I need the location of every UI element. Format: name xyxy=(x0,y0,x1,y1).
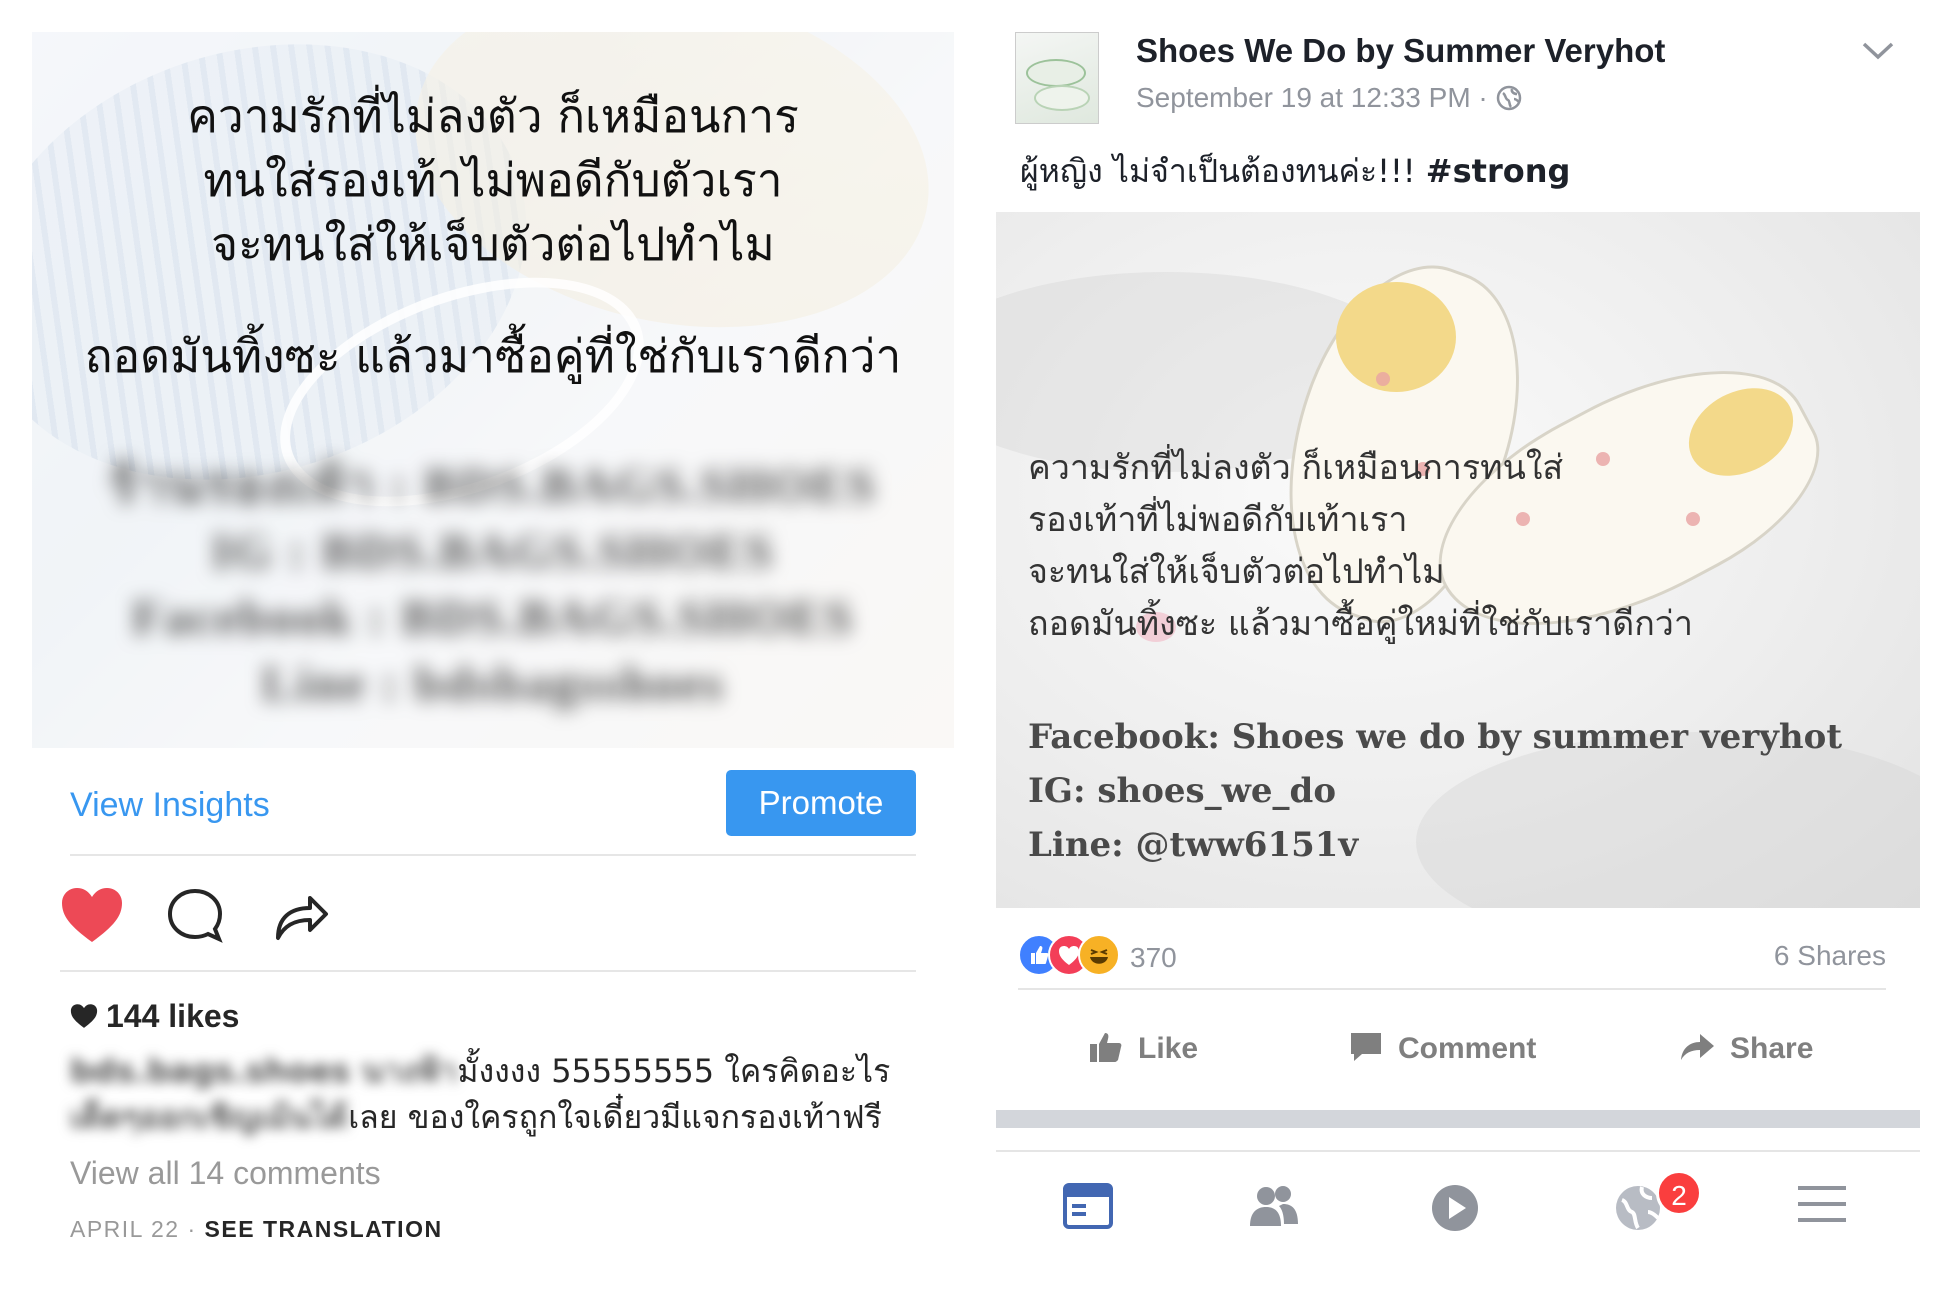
small-heart-icon xyxy=(70,1000,98,1037)
post-date: APRIL 22 xyxy=(70,1216,180,1242)
comment-bubble-icon xyxy=(1351,1033,1381,1061)
caption-username-blurred[interactable]: bds.bags.shoes นางฟ้า xyxy=(70,1052,457,1090)
image-quote-line: จะทนใส่ให้เจ็บตัวต่อไปทำไม xyxy=(1028,552,1445,592)
image-contact-line: IG: shoes_we_do xyxy=(1028,771,1336,811)
timestamp-text: September 19 at 12:33 PM · xyxy=(1136,82,1496,113)
comment-icon[interactable] xyxy=(165,886,225,951)
post-actions xyxy=(60,880,916,972)
post-caption: bds.bags.shoes นางฟ้ามั้งงงง 55555555 ใค… xyxy=(70,1048,930,1140)
image-quote-line: ทนใส่รองเท้าไม่พอดีกับตัวเรา xyxy=(203,153,783,207)
facebook-post: Shoes We Do by Summer Veryhot September … xyxy=(990,0,1935,1290)
thumbs-up-icon xyxy=(1090,1033,1122,1062)
see-translation-link[interactable]: SEE TRANSLATION xyxy=(205,1216,443,1242)
post-photo[interactable]: ความรักที่ไม่ลงตัว ก็เหมือนการทนใส่ รองเ… xyxy=(996,212,1920,908)
blurred-line: Facebook : BDS.BAGS.SHOES xyxy=(131,589,855,645)
image-quote-line: จะทนใส่ให้เจ็บตัวต่อไปทำไม xyxy=(211,217,775,271)
like-label: Like xyxy=(1138,1032,1199,1065)
feed-separator xyxy=(996,1110,1920,1128)
friends-tab-icon[interactable] xyxy=(1246,1182,1302,1235)
chevron-down-icon[interactable] xyxy=(1861,40,1895,67)
blurred-line: Line : bdsbagsshoes xyxy=(261,655,725,711)
caption-blurred-segment: เด็ดๆออกเชิญเม้นได้ xyxy=(70,1098,349,1136)
video-tab-icon[interactable] xyxy=(1429,1182,1481,1239)
image-quote-line: ถอดมันทิ้งซะ แล้วมาซื้อคู่ที่ใช่กับเราดี… xyxy=(84,329,902,383)
comment-button[interactable]: Comment xyxy=(1348,1030,1536,1066)
image-contact-info: Facebook: Shoes we do by summer veryhot … xyxy=(1028,710,1842,872)
hashtag-link[interactable]: #strong xyxy=(1426,152,1571,190)
share-label: Share xyxy=(1730,1032,1814,1065)
promote-button[interactable]: Promote xyxy=(726,770,916,836)
share-button[interactable]: Share xyxy=(1678,1030,1813,1066)
blurred-line: IG : BDS.BAGS.SHOES xyxy=(211,523,775,579)
post-date-row: APRIL 22 · SEE TRANSLATION xyxy=(70,1216,443,1243)
post-timestamp[interactable]: September 19 at 12:33 PM · xyxy=(1136,82,1522,118)
globe-icon xyxy=(1496,85,1522,118)
comment-label: Comment xyxy=(1398,1032,1537,1065)
image-contact-line: Line: @tww6151v xyxy=(1028,825,1359,865)
news-feed-tab-icon[interactable] xyxy=(1062,1182,1114,1235)
blurred-shop-info: ร้านรองเท้า : BDS.BAGS.SHOES IG : BDS.BA… xyxy=(32,452,954,716)
instagram-post: ความรักที่ไม่ลงตัว ก็เหมือนการ ทนใส่รองเ… xyxy=(0,0,960,1290)
like-button[interactable]: Like xyxy=(1088,1030,1198,1066)
post-action-bar: Like Comment Share xyxy=(1018,1020,1886,1090)
view-all-comments-link[interactable]: View all 14 comments xyxy=(70,1155,381,1192)
image-contact-line: Facebook: Shoes we do by summer veryhot xyxy=(1028,717,1843,757)
share-arrow-icon[interactable] xyxy=(270,886,330,951)
blurred-line: ร้านรองเท้า : BDS.BAGS.SHOES xyxy=(109,457,877,513)
post-text-body: ผู้หญิง ไม่จำเป็นต้องทนค่ะ!!! xyxy=(1020,152,1426,190)
post-text: ผู้หญิง ไม่จำเป็นต้องทนค่ะ!!! #strong xyxy=(1020,146,1570,197)
image-quote-text: ความรักที่ไม่ลงตัว ก็เหมือนการ ทนใส่รองเ… xyxy=(32,84,954,388)
shares-count[interactable]: 6 Shares xyxy=(1774,940,1886,972)
page-name[interactable]: Shoes We Do by Summer Veryhot xyxy=(1136,32,1665,70)
reaction-count: 370 xyxy=(1130,942,1177,973)
heart-icon[interactable] xyxy=(60,886,124,949)
image-quote-text: ความรักที่ไม่ลงตัว ก็เหมือนการทนใส่ รองเ… xyxy=(1028,442,1693,650)
image-quote-line: ถอดมันทิ้งซะ แล้วมาซื้อคู่ใหม่ที่ใช่กับเ… xyxy=(1028,604,1693,644)
likes-count[interactable]: 144 likes xyxy=(70,998,239,1037)
notification-badge: 2 xyxy=(1656,1170,1702,1216)
caption-text: เลย ของใครถูกใจเดี๋ยวมีแจกรองเท้าฟรี xyxy=(348,1098,882,1136)
page-avatar[interactable] xyxy=(1015,32,1099,124)
share-arrow-icon xyxy=(1681,1034,1714,1060)
caption-text: มั้งงงง 55555555 ใครคิดอะไร xyxy=(457,1052,891,1090)
separator: · xyxy=(179,1216,205,1242)
haha-reaction-icon xyxy=(1078,934,1120,976)
post-stats: 370 6 Shares xyxy=(1018,930,1886,990)
post-image[interactable]: ความรักที่ไม่ลงตัว ก็เหมือนการ ทนใส่รองเ… xyxy=(32,32,954,748)
menu-hamburger-icon[interactable] xyxy=(1796,1182,1848,1231)
image-quote-line: ความรักที่ไม่ลงตัว ก็เหมือนการทนใส่ xyxy=(1028,448,1564,488)
likes-text: 144 likes xyxy=(106,998,240,1034)
image-quote-line: รองเท้าที่ไม่พอดีกับเท้าเรา xyxy=(1028,500,1408,540)
insights-bar: View Insights Promote xyxy=(70,770,916,856)
view-insights-link[interactable]: View Insights xyxy=(70,786,270,825)
bottom-tab-bar: 2 xyxy=(996,1150,1920,1270)
image-quote-line: ความรักที่ไม่ลงตัว ก็เหมือนการ xyxy=(187,89,799,143)
